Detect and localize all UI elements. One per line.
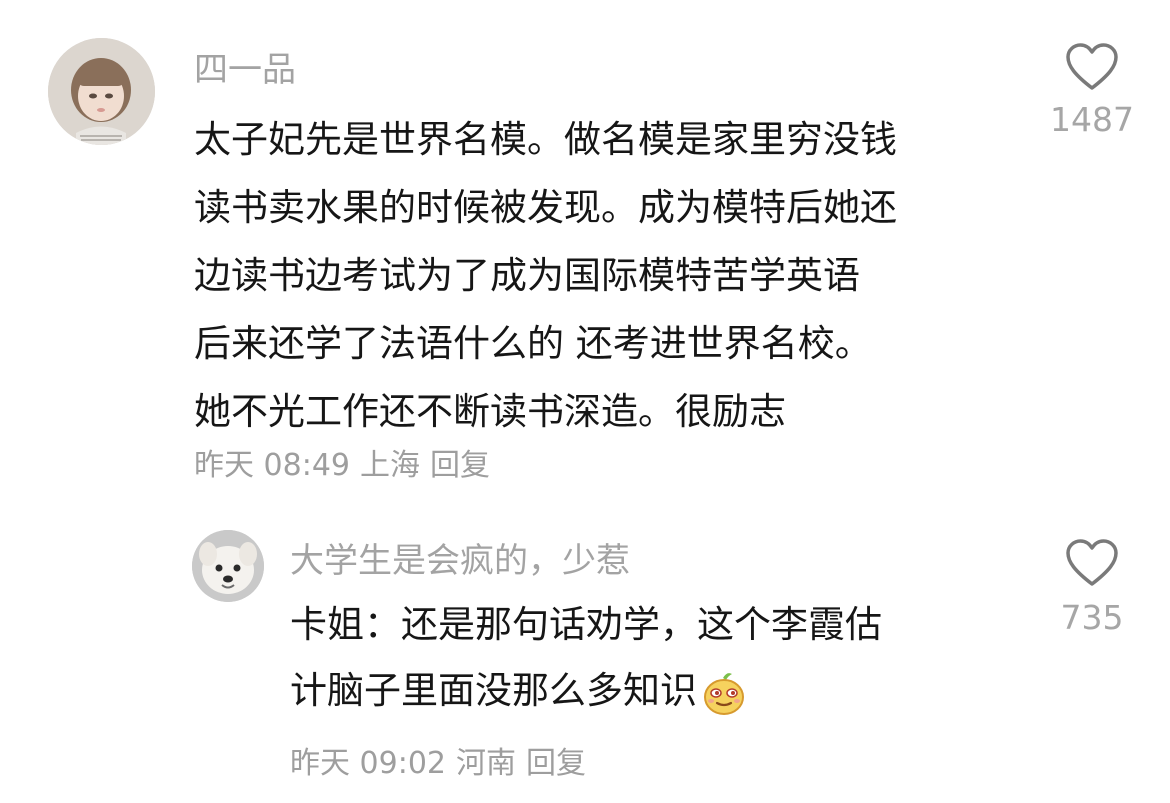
comment-text-line: 她不光工作还不断读书深造。很励志 bbox=[194, 390, 786, 433]
comment-thread: { "comments": [ { "username": "四一品", "av… bbox=[0, 0, 1170, 803]
reply-text-line: 计脑子里面没那么多知识 bbox=[290, 658, 882, 724]
reply-location: 河南 bbox=[456, 746, 516, 781]
white-dog-avatar-icon bbox=[192, 530, 264, 602]
comment-text-line: 读书卖水果的时候被发现。成为模特后她还 bbox=[194, 186, 897, 229]
avatar[interactable] bbox=[48, 38, 155, 145]
girl-doll-avatar-icon bbox=[48, 38, 155, 145]
reply-text-line: 卡姐：还是那句话劝学，这个李霞估 bbox=[290, 603, 882, 646]
comment-text: 太子妃先是世界名模。做名模是家里穷没钱 读书卖水果的时候被发现。成为模特后她还 … bbox=[194, 106, 897, 446]
comment-text-line: 边读书边考试为了成为国际模特苦学英语 bbox=[194, 254, 860, 297]
avatar[interactable] bbox=[192, 530, 264, 602]
like-count: 1487 bbox=[1050, 100, 1134, 139]
comment-item: 四一品 太子妃先是世界名模。做名模是家里穷没钱 读书卖水果的时候被发现。成为模特… bbox=[0, 0, 1170, 500]
reply-text-segment: 计脑子里面没那么多知识 bbox=[290, 669, 697, 712]
heart-outline-icon[interactable] bbox=[1065, 42, 1119, 92]
reply-meta: 昨天 09:02 河南 回复 bbox=[290, 738, 596, 782]
username[interactable]: 四一品 bbox=[194, 42, 296, 91]
reply-text: 卡姐：还是那句话劝学，这个李霞估 计脑子里面没那么多知识 bbox=[290, 592, 882, 724]
like-count: 735 bbox=[1060, 598, 1124, 637]
reply-button[interactable]: 回复 bbox=[430, 448, 490, 483]
comment-text-line: 后来还学了法语什么的 还考进世界名校。 bbox=[194, 322, 872, 365]
comment-text-line: 太子妃先是世界名模。做名模是家里穷没钱 bbox=[194, 118, 897, 161]
reply-time: 昨天 09:02 bbox=[290, 746, 446, 781]
reply-button[interactable]: 回复 bbox=[526, 746, 586, 781]
comment-meta: 昨天 08:49 上海 回复 bbox=[194, 440, 500, 484]
heart-outline-icon[interactable] bbox=[1065, 538, 1119, 588]
reply-item: 大学生是会疯的，少惹 卡姐：还是那句话劝学，这个李霞估 计脑子里面没那么多知识 … bbox=[0, 500, 1170, 803]
smug-face-emoji-icon bbox=[704, 672, 744, 715]
like-button[interactable]: 735 bbox=[1050, 538, 1134, 637]
username[interactable]: 大学生是会疯的，少惹 bbox=[290, 533, 630, 582]
comment-location: 上海 bbox=[360, 448, 420, 483]
comment-time: 昨天 08:49 bbox=[194, 448, 350, 483]
like-button[interactable]: 1487 bbox=[1050, 42, 1134, 139]
